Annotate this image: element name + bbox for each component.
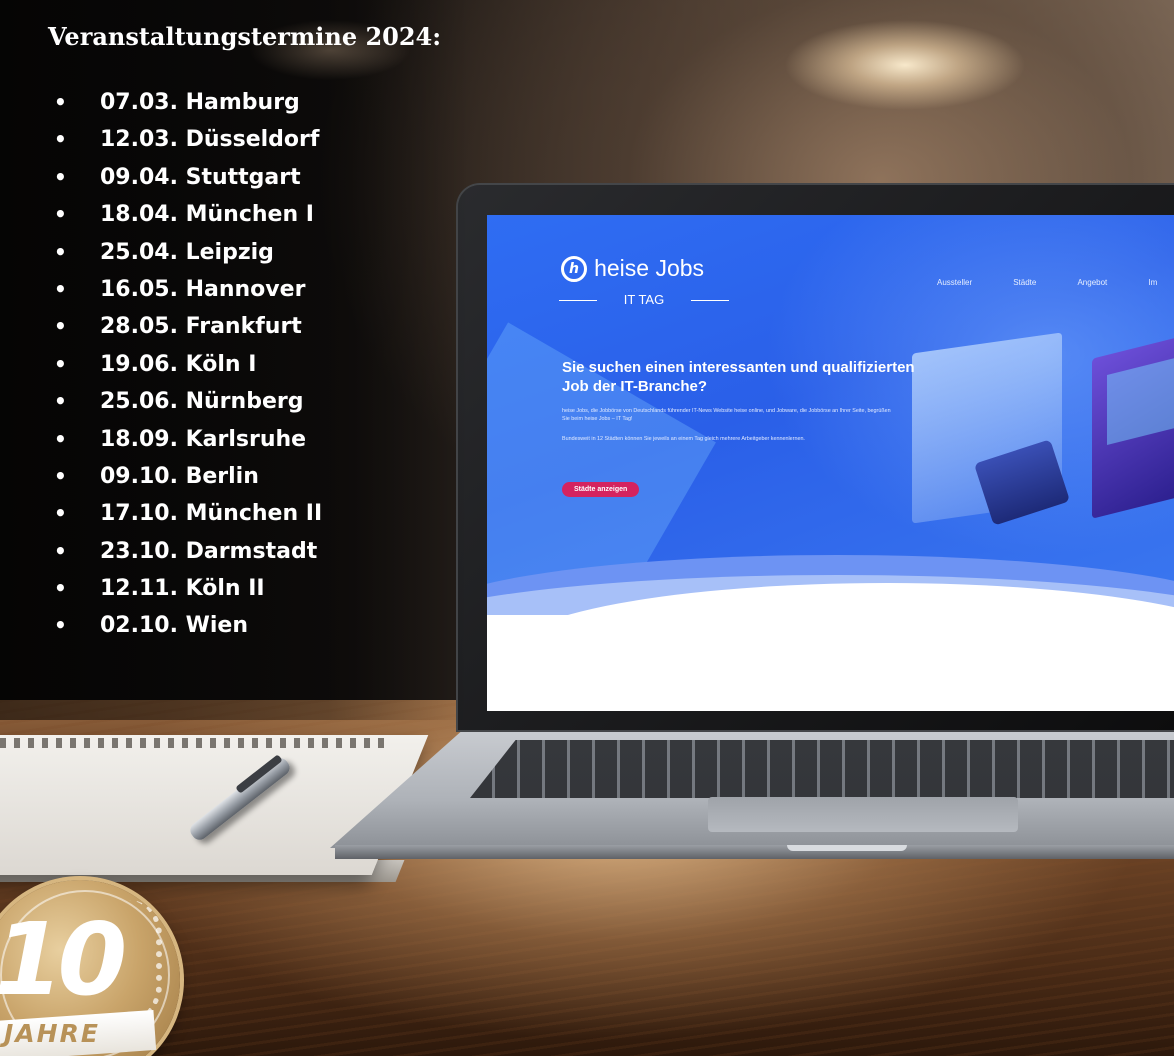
laptop-notch [787, 845, 907, 851]
nav-item-staedte[interactable]: Städte [1013, 278, 1036, 287]
laurel-icon [128, 900, 162, 1020]
laptop-trackpad [708, 797, 1018, 832]
nav-item-aussteller[interactable]: Aussteller [937, 278, 972, 287]
event-item: 18.04. München I [48, 196, 322, 234]
event-item: 28.05. Frankfurt [48, 308, 322, 346]
notebook-spiral [0, 738, 385, 748]
events-title: Veranstaltungstermine 2024: [48, 22, 442, 51]
event-item: 12.11. Köln II [48, 570, 322, 608]
event-item: 25.04. Leipzig [48, 234, 322, 272]
laptop-front-edge [335, 845, 1174, 859]
website-hero: h heise Jobs IT TAG Aussteller Städte An… [487, 215, 1174, 615]
website-nav: Aussteller Städte Angebot Im [937, 270, 1174, 289]
badge-word: JAHRE [4, 1019, 100, 1048]
event-item: 25.06. Nürnberg [48, 383, 322, 421]
event-item: 02.10. Wien [48, 607, 322, 645]
heise-logo-icon: h [561, 255, 587, 282]
logo-subtitle: IT TAG [559, 292, 729, 307]
event-item: 16.05. Hannover [48, 271, 322, 309]
hero-paragraph-2: Bundesweit in 12 Städten können Sie jewe… [562, 436, 805, 442]
nav-item-angebot[interactable]: Angebot [1077, 278, 1107, 287]
photo-scene: h heise Jobs IT TAG Aussteller Städte An… [0, 0, 1174, 1056]
event-item: 09.04. Stuttgart [48, 159, 322, 197]
hero-paragraph-1: heise Jobs, die Jobbörse von Deutschland… [562, 408, 891, 422]
events-list: 07.03. Hamburg 12.03. Düsseldorf 09.04. … [48, 84, 322, 645]
logo-text: heise Jobs [594, 255, 705, 281]
laptop-keyboard [470, 740, 1174, 798]
badge-number: 10 [0, 901, 127, 1018]
event-item: 17.10. München II [48, 495, 322, 533]
event-item: 23.10. Darmstadt [48, 533, 322, 571]
hero-headline: Sie suchen einen interessanten und quali… [562, 359, 915, 395]
laptop-screen: h heise Jobs IT TAG Aussteller Städte An… [487, 215, 1174, 711]
heise-jobs-logo[interactable]: h heise Jobs [561, 255, 704, 282]
event-item: 19.06. Köln I [48, 346, 322, 384]
nav-item-cropped[interactable]: Im [1148, 278, 1157, 287]
event-item: 12.03. Düsseldorf [48, 121, 322, 159]
event-item: 18.09. Karlsruhe [48, 421, 322, 459]
event-item: 07.03. Hamburg [48, 84, 322, 122]
staedte-anzeigen-button[interactable]: Städte anzeigen [562, 482, 640, 497]
event-item: 09.10. Berlin [48, 458, 322, 496]
